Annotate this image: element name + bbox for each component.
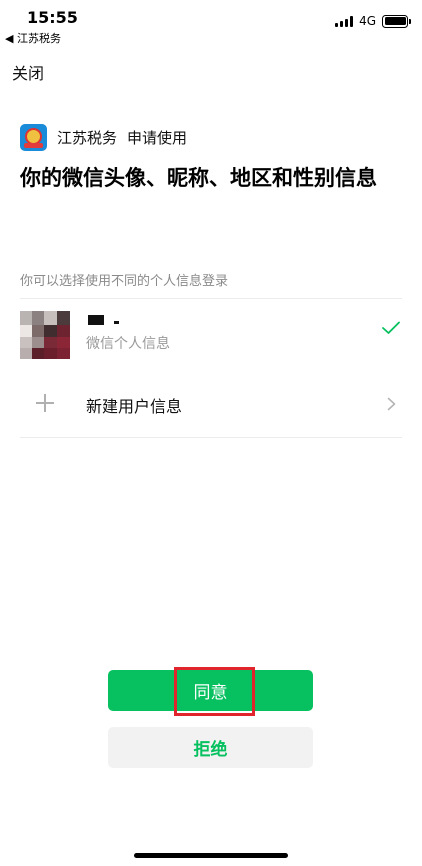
app-info: 江苏税务 申请使用 (20, 124, 187, 151)
close-button[interactable]: 关闭 (12, 60, 44, 84)
plus-icon (36, 394, 54, 412)
home-indicator[interactable] (134, 853, 288, 858)
divider (20, 437, 402, 438)
account-choice-hint: 你可以选择使用不同的个人信息登录 (20, 274, 229, 289)
cellular-signal-icon (335, 15, 354, 27)
jiangsu-tax-logo-icon (20, 124, 47, 151)
avatar (20, 311, 70, 359)
nickname-redacted (88, 315, 129, 325)
battery-icon (382, 14, 411, 28)
profile-subtitle: 微信个人信息 (86, 336, 170, 352)
new-user-info-label: 新建用户信息 (86, 397, 183, 416)
reject-button[interactable]: 拒绝 (108, 727, 313, 768)
status-indicators: 4G (335, 14, 411, 28)
status-time: 15:55 (27, 8, 78, 27)
new-user-info-option[interactable]: 新建用户信息 (20, 384, 402, 424)
permission-title: 你的微信头像、昵称、地区和性别信息 (20, 166, 377, 190)
check-icon (382, 321, 400, 334)
app-request-label: 申请使用 (127, 129, 188, 147)
network-type: 4G (359, 14, 376, 28)
status-bar: 15:55 ◀ 江苏税务 4G (0, 0, 422, 46)
highlight-annotation-box (174, 667, 255, 716)
back-to-app-link[interactable]: ◀ 江苏税务 (5, 30, 61, 46)
divider (20, 298, 402, 299)
chevron-right-icon (387, 397, 396, 411)
app-name: 江苏税务 (57, 129, 118, 147)
wechat-profile-option[interactable]: 微信个人信息 (20, 311, 402, 361)
